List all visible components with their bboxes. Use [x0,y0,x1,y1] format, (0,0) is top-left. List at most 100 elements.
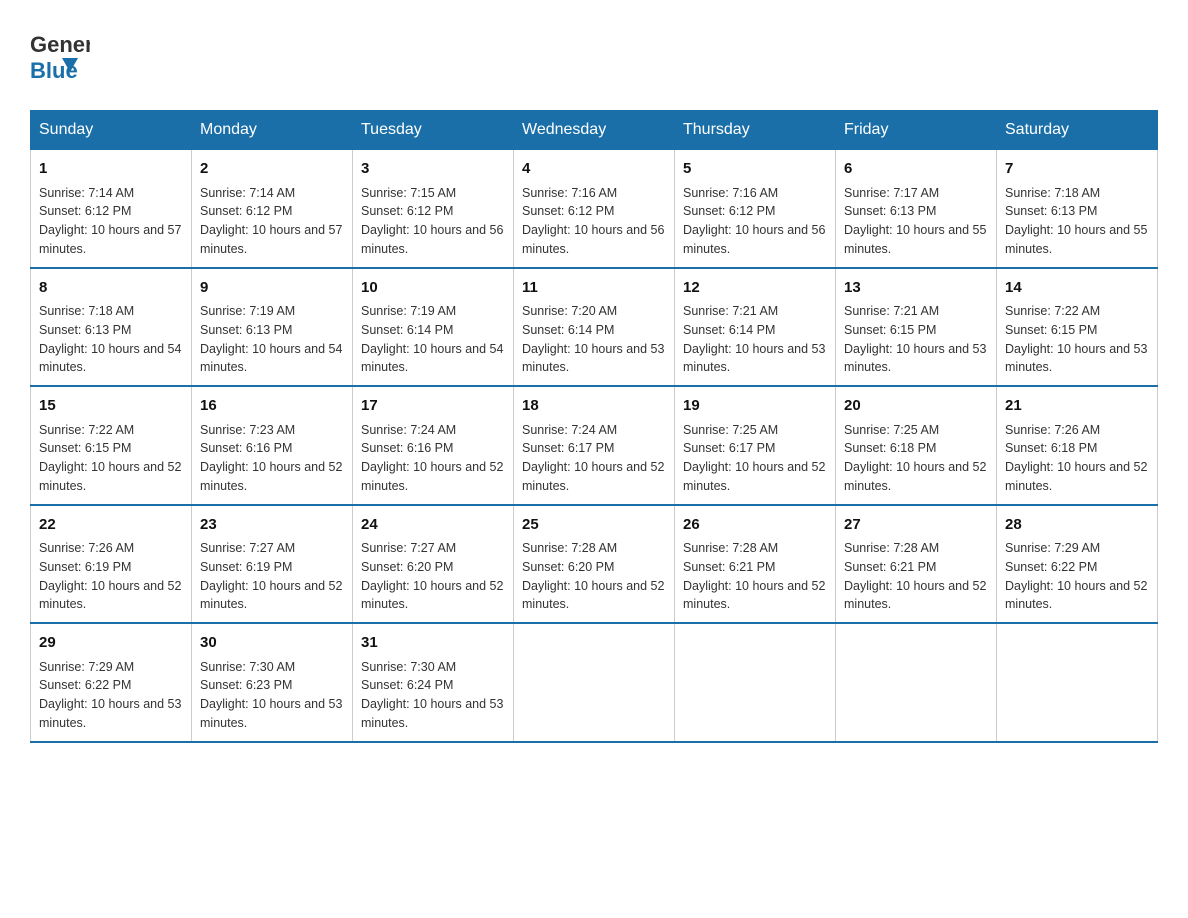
day-number: 23 [200,514,344,537]
calendar-cell: 11Sunrise: 7:20 AMSunset: 6:14 PMDayligh… [514,268,675,387]
day-number: 9 [200,277,344,300]
day-number: 30 [200,632,344,655]
calendar-cell: 29 Sunrise: 7:29 AMSunset: 6:22 PMDayligh… [31,623,192,742]
calendar-cell: 9Sunrise: 7:19 AMSunset: 6:13 PMDaylight… [192,268,353,387]
week-row-3: 15 Sunrise: 7:22 AMSunset: 6:15 PMDayligh… [31,386,1158,505]
day-number: 11 [522,277,666,300]
calendar-cell: 13Sunrise: 7:21 AMSunset: 6:15 PMDayligh… [836,268,997,387]
day-header-saturday: Saturday [997,111,1158,150]
day-number: 29 [39,632,183,655]
day-info: Sunrise: 7:28 AMSunset: 6:21 PMDaylight:… [844,539,988,614]
day-number: 5 [683,158,827,181]
day-number: 20 [844,395,988,418]
day-number: 8 [39,277,183,300]
day-info: Sunrise: 7:14 AMSunset: 6:12 PMDaylight:… [200,184,344,259]
calendar-cell: 31Sunrise: 7:30 AMSunset: 6:24 PMDayligh… [353,623,514,742]
calendar-cell: 30 Sunrise: 7:30 AMSunset: 6:23 PMDayligh… [192,623,353,742]
day-info: Sunrise: 7:16 AMSunset: 6:12 PMDaylight:… [683,184,827,259]
day-number: 2 [200,158,344,181]
calendar-cell: 2 Sunrise: 7:14 AMSunset: 6:12 PMDaylight… [192,150,353,268]
calendar-cell: 23Sunrise: 7:27 AMSunset: 6:19 PMDayligh… [192,505,353,624]
day-number: 19 [683,395,827,418]
day-number: 16 [200,395,344,418]
day-info: Sunrise: 7:28 AMSunset: 6:21 PMDaylight:… [683,539,827,614]
calendar-cell: 7 Sunrise: 7:18 AMSunset: 6:13 PMDaylight… [997,150,1158,268]
calendar-cell: 28Sunrise: 7:29 AMSunset: 6:22 PMDayligh… [997,505,1158,624]
day-info: Sunrise: 7:24 AMSunset: 6:17 PMDaylight:… [522,421,666,496]
calendar-cell: 21Sunrise: 7:26 AMSunset: 6:18 PMDayligh… [997,386,1158,505]
calendar-cell: 4 Sunrise: 7:16 AMSunset: 6:12 PMDaylight… [514,150,675,268]
day-number: 17 [361,395,505,418]
day-info: Sunrise: 7:16 AMSunset: 6:12 PMDaylight:… [522,184,666,259]
day-number: 18 [522,395,666,418]
day-info: Sunrise: 7:19 AMSunset: 6:13 PMDaylight:… [200,302,344,377]
calendar-cell: 17 Sunrise: 7:24 AMSunset: 6:16 PMDayligh… [353,386,514,505]
day-number: 26 [683,514,827,537]
day-header-sunday: Sunday [31,111,192,150]
day-info: Sunrise: 7:18 AMSunset: 6:13 PMDaylight:… [1005,184,1149,259]
calendar-cell: 27Sunrise: 7:28 AMSunset: 6:21 PMDayligh… [836,505,997,624]
calendar-cell: 5 Sunrise: 7:16 AMSunset: 6:12 PMDaylight… [675,150,836,268]
calendar-cell: 12Sunrise: 7:21 AMSunset: 6:14 PMDayligh… [675,268,836,387]
logo: General Blue [30,20,90,90]
day-number: 21 [1005,395,1149,418]
day-info: Sunrise: 7:28 AMSunset: 6:20 PMDaylight:… [522,539,666,614]
day-info: Sunrise: 7:30 AMSunset: 6:23 PMDaylight:… [200,658,344,733]
calendar-cell [514,623,675,742]
day-info: Sunrise: 7:24 AMSunset: 6:16 PMDaylight:… [361,421,505,496]
day-number: 10 [361,277,505,300]
day-info: Sunrise: 7:29 AMSunset: 6:22 PMDaylight:… [39,658,183,733]
day-info: Sunrise: 7:21 AMSunset: 6:14 PMDaylight:… [683,302,827,377]
day-number: 7 [1005,158,1149,181]
week-row-5: 29 Sunrise: 7:29 AMSunset: 6:22 PMDayligh… [31,623,1158,742]
calendar-cell: 26Sunrise: 7:28 AMSunset: 6:21 PMDayligh… [675,505,836,624]
day-number: 12 [683,277,827,300]
calendar-cell: 16 Sunrise: 7:23 AMSunset: 6:16 PMDayligh… [192,386,353,505]
calendar-cell: 15 Sunrise: 7:22 AMSunset: 6:15 PMDayligh… [31,386,192,505]
day-info: Sunrise: 7:14 AMSunset: 6:12 PMDaylight:… [39,184,183,259]
day-number: 13 [844,277,988,300]
calendar-cell: 20 Sunrise: 7:25 AMSunset: 6:18 PMDayligh… [836,386,997,505]
calendar-cell [836,623,997,742]
day-number: 15 [39,395,183,418]
day-info: Sunrise: 7:22 AMSunset: 6:15 PMDaylight:… [1005,302,1149,377]
calendar-cell [997,623,1158,742]
week-row-2: 8Sunrise: 7:18 AMSunset: 6:13 PMDaylight… [31,268,1158,387]
calendar-cell: 19 Sunrise: 7:25 AMSunset: 6:17 PMDayligh… [675,386,836,505]
calendar-cell: 22Sunrise: 7:26 AMSunset: 6:19 PMDayligh… [31,505,192,624]
day-number: 3 [361,158,505,181]
day-number: 1 [39,158,183,181]
calendar-cell: 10Sunrise: 7:19 AMSunset: 6:14 PMDayligh… [353,268,514,387]
day-header-friday: Friday [836,111,997,150]
calendar-cell: 6Sunrise: 7:17 AMSunset: 6:13 PMDaylight… [836,150,997,268]
day-header-wednesday: Wednesday [514,111,675,150]
day-number: 24 [361,514,505,537]
logo-icon: General Blue [30,20,90,90]
calendar-cell: 3 Sunrise: 7:15 AMSunset: 6:12 PMDaylight… [353,150,514,268]
day-number: 28 [1005,514,1149,537]
week-row-1: 1 Sunrise: 7:14 AMSunset: 6:12 PMDaylight… [31,150,1158,268]
calendar-cell: 24Sunrise: 7:27 AMSunset: 6:20 PMDayligh… [353,505,514,624]
calendar-cell: 14Sunrise: 7:22 AMSunset: 6:15 PMDayligh… [997,268,1158,387]
day-number: 6 [844,158,988,181]
day-headers-row: SundayMondayTuesdayWednesdayThursdayFrid… [31,111,1158,150]
day-info: Sunrise: 7:18 AMSunset: 6:13 PMDaylight:… [39,302,183,377]
day-info: Sunrise: 7:20 AMSunset: 6:14 PMDaylight:… [522,302,666,377]
day-info: Sunrise: 7:15 AMSunset: 6:12 PMDaylight:… [361,184,505,259]
calendar-cell [675,623,836,742]
day-info: Sunrise: 7:30 AMSunset: 6:24 PMDaylight:… [361,658,505,733]
day-info: Sunrise: 7:27 AMSunset: 6:20 PMDaylight:… [361,539,505,614]
day-info: Sunrise: 7:29 AMSunset: 6:22 PMDaylight:… [1005,539,1149,614]
day-number: 4 [522,158,666,181]
day-info: Sunrise: 7:21 AMSunset: 6:15 PMDaylight:… [844,302,988,377]
day-info: Sunrise: 7:25 AMSunset: 6:18 PMDaylight:… [844,421,988,496]
day-info: Sunrise: 7:23 AMSunset: 6:16 PMDaylight:… [200,421,344,496]
calendar-cell: 8Sunrise: 7:18 AMSunset: 6:13 PMDaylight… [31,268,192,387]
day-info: Sunrise: 7:22 AMSunset: 6:15 PMDaylight:… [39,421,183,496]
day-info: Sunrise: 7:26 AMSunset: 6:19 PMDaylight:… [39,539,183,614]
calendar-cell: 1 Sunrise: 7:14 AMSunset: 6:12 PMDaylight… [31,150,192,268]
calendar-table: SundayMondayTuesdayWednesdayThursdayFrid… [30,110,1158,743]
day-number: 14 [1005,277,1149,300]
calendar-cell: 18 Sunrise: 7:24 AMSunset: 6:17 PMDayligh… [514,386,675,505]
day-info: Sunrise: 7:25 AMSunset: 6:17 PMDaylight:… [683,421,827,496]
